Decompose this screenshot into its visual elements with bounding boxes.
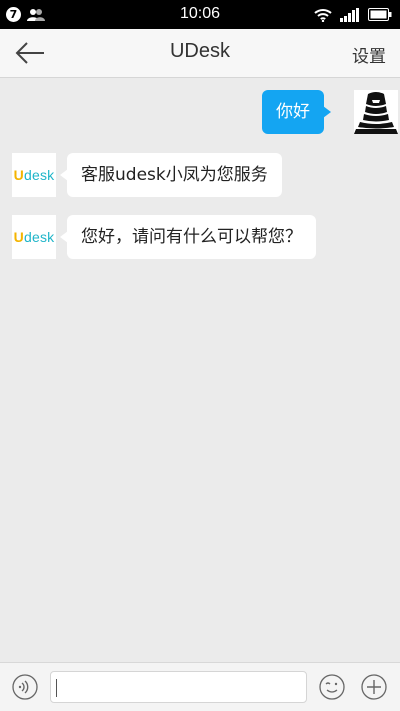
user-avatar[interactable]	[354, 90, 398, 134]
settings-button[interactable]: 设置	[352, 42, 386, 67]
udesk-logo: Udesk	[12, 215, 56, 259]
message-bubble-incoming[interactable]: 您好，请问有什么可以帮您？	[60, 215, 316, 259]
status-bar: 7 10:06	[0, 0, 400, 29]
user-avatar-image	[354, 90, 398, 134]
emoji-icon	[319, 674, 345, 700]
message-text: 你好	[276, 102, 310, 122]
more-button[interactable]	[361, 674, 387, 700]
battery-icon	[368, 8, 392, 21]
message-bubble-outgoing[interactable]: 你好	[262, 90, 331, 134]
emoji-button[interactable]	[319, 674, 345, 700]
message-text: 客服udesk小凤为您服务	[81, 165, 268, 185]
text-caret	[56, 679, 57, 697]
page-title: UDesk	[169, 40, 230, 62]
wifi-icon	[314, 8, 332, 22]
udesk-logo: Udesk	[12, 153, 56, 197]
signal-icon	[340, 7, 359, 22]
message-input[interactable]	[50, 671, 307, 703]
message-list[interactable]: 你好 Udesk 客服udesk小凤为您服务 Udesk 您好，请问有什么可以帮…	[0, 78, 400, 662]
udesk-logo-u: U	[13, 167, 24, 183]
message-bubble-incoming[interactable]: 客服udesk小凤为您服务	[60, 153, 282, 197]
udesk-logo-u: U	[13, 229, 24, 245]
udesk-logo-rest: desk	[23, 167, 55, 183]
nav-bar: UDesk 设置	[0, 29, 400, 78]
voice-icon	[12, 674, 38, 700]
plus-icon	[361, 674, 387, 700]
agent-avatar[interactable]: Udesk	[12, 153, 56, 197]
voice-button[interactable]	[12, 674, 38, 700]
status-right	[314, 6, 392, 23]
udesk-logo-rest: desk	[23, 229, 55, 245]
message-text: 您好，请问有什么可以帮您？	[81, 227, 302, 247]
input-bar	[0, 662, 400, 711]
agent-avatar[interactable]: Udesk	[12, 215, 56, 259]
